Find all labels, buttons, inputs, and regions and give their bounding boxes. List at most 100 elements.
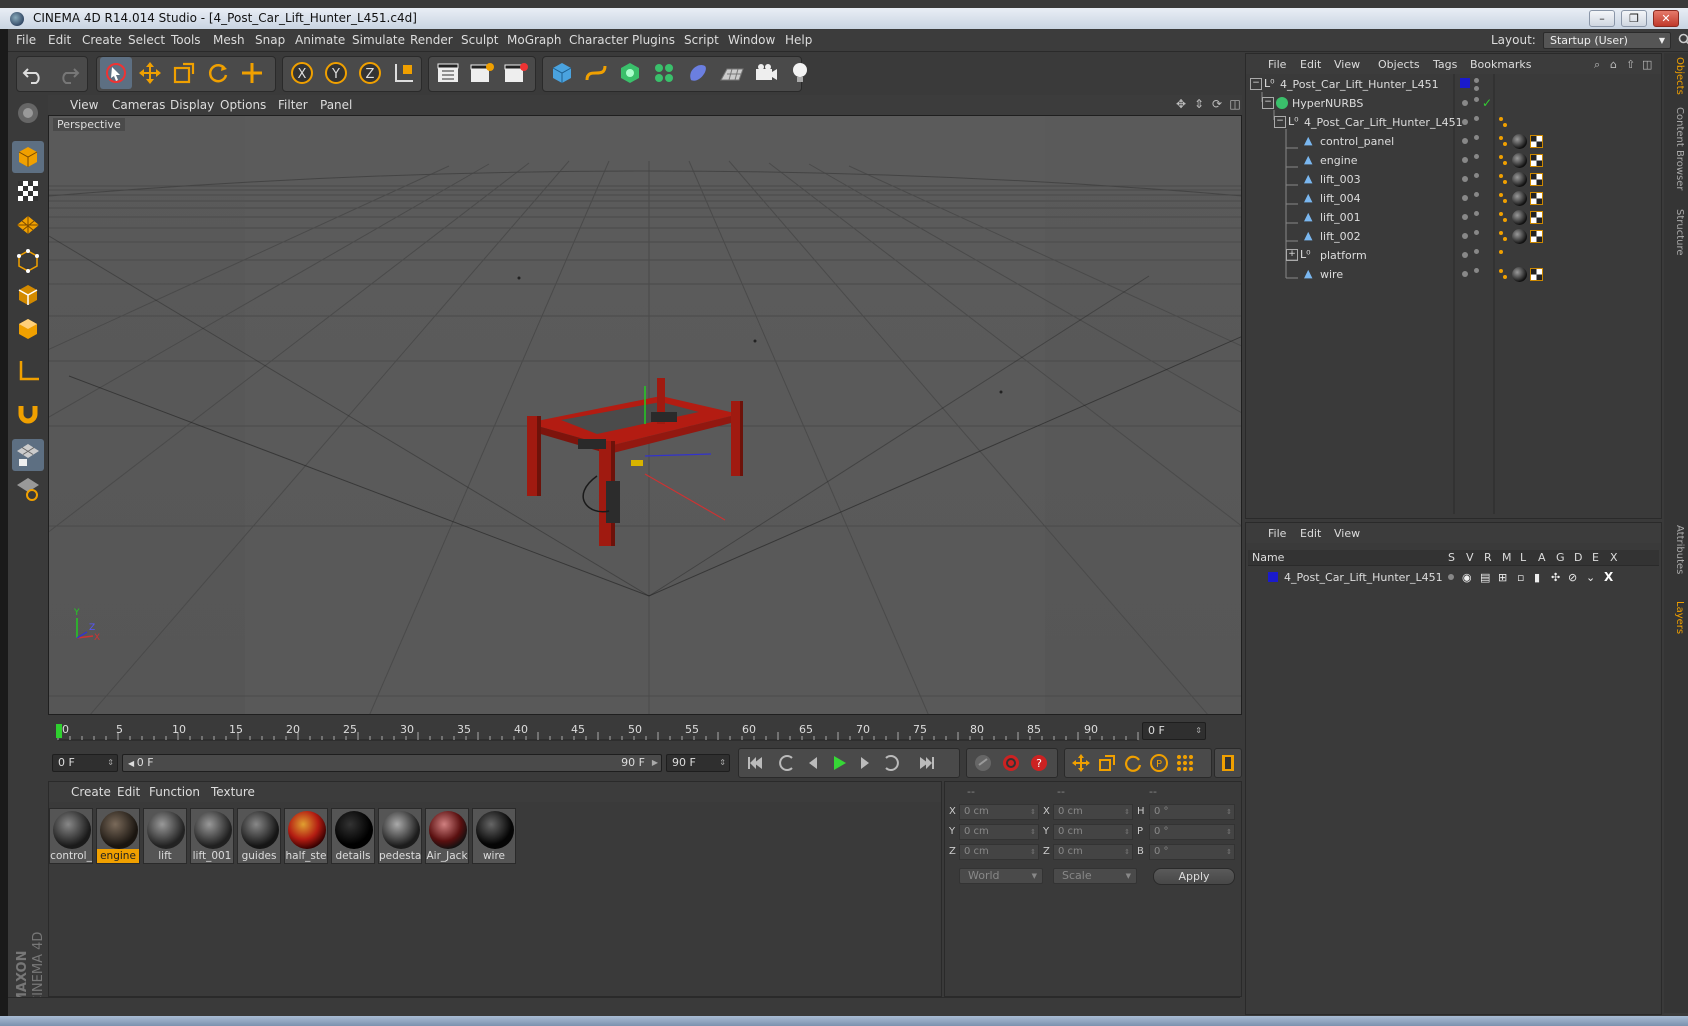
menu-render[interactable]: Render	[410, 33, 453, 47]
editor-visibility-dot[interactable]	[1462, 138, 1468, 144]
editor-visibility-dot[interactable]	[1474, 78, 1479, 83]
stepper-icon[interactable]: ⇕	[1124, 805, 1130, 819]
stepper-icon[interactable]: ⇕	[1124, 825, 1130, 839]
material-swatch[interactable]: details	[331, 808, 375, 864]
material-swatch[interactable]: lift	[143, 808, 187, 864]
render-visibility-dot[interactable]	[1474, 211, 1479, 216]
position-y-field[interactable]: 0 cm ⇕	[959, 824, 1039, 840]
tab-layers[interactable]: Layers	[1667, 601, 1685, 634]
object-row[interactable]: ▲ lift_004	[1246, 189, 1659, 208]
editor-visibility-dot[interactable]	[1462, 214, 1468, 220]
start-frame-field[interactable]: 0 F ⇕	[52, 754, 118, 772]
object-menu-file[interactable]: File	[1268, 58, 1286, 71]
menu-create[interactable]: Create	[82, 33, 122, 47]
render-visibility-dot[interactable]	[1474, 154, 1479, 159]
editor-visibility-dot[interactable]	[1462, 157, 1468, 163]
object-row[interactable]: + L⁰ platform	[1246, 246, 1659, 265]
collapse-icon[interactable]: −	[1250, 78, 1262, 90]
position-z-field[interactable]: 0 cm ⇕	[959, 844, 1039, 860]
search-icon[interactable]	[1678, 33, 1688, 47]
uvw-tag-icon[interactable]	[1530, 135, 1543, 148]
tab-content-browser[interactable]: Content Browser	[1667, 107, 1685, 190]
close-button[interactable]: ✕	[1653, 10, 1679, 27]
object-row[interactable]: − HyperNURBS ✓	[1246, 94, 1659, 113]
viewport-dolly-icon[interactable]: ⇕	[1192, 97, 1206, 111]
material-swatch[interactable]: guides	[237, 808, 281, 864]
layer-col-expressions[interactable]: E	[1592, 551, 1599, 564]
expression-icon[interactable]: ⌄	[1586, 568, 1595, 587]
viewport-rotate-icon[interactable]: ⟳	[1210, 97, 1224, 111]
editor-visibility-dot[interactable]	[1462, 195, 1468, 201]
size-z-field[interactable]: 0 cm ⇕	[1053, 844, 1133, 860]
layer-col-visible[interactable]: V	[1466, 551, 1474, 564]
range-right-arrow-icon[interactable]: ▶	[652, 755, 658, 771]
end-frame-field[interactable]: 90 F ⇕	[666, 754, 730, 772]
material-tag-icon[interactable]	[1512, 229, 1527, 244]
key-scale-icon[interactable]	[1094, 750, 1120, 776]
render-visibility-dot[interactable]	[1474, 249, 1479, 254]
enabled-check-icon[interactable]: ✓	[1482, 97, 1494, 109]
texture-mode-icon[interactable]	[12, 175, 44, 207]
tab-objects[interactable]: Objects	[1667, 57, 1685, 95]
menu-animate[interactable]: Animate	[295, 33, 345, 47]
layer-color-swatch[interactable]	[1268, 572, 1278, 582]
edges-mode-icon[interactable]	[12, 279, 44, 311]
editor-visibility-dot[interactable]	[1462, 176, 1468, 182]
menu-script[interactable]: Script	[684, 33, 719, 47]
menu-file[interactable]: File	[16, 33, 36, 47]
key-parameter-icon[interactable]: P	[1146, 750, 1172, 776]
object-menu-edit[interactable]: Edit	[1300, 58, 1321, 71]
stepper-icon[interactable]: ⇕	[1226, 805, 1232, 819]
render-visibility-dot[interactable]	[1474, 135, 1479, 140]
layer-col-generators[interactable]: G	[1556, 551, 1565, 564]
material-tag-icon[interactable]	[1512, 172, 1527, 187]
manager-icon[interactable]: ⊞	[1498, 568, 1507, 587]
range-left-arrow-icon[interactable]: ◀	[128, 759, 137, 768]
layer-col-name[interactable]: Name	[1252, 551, 1284, 564]
viewport-maximize-icon[interactable]: ◫	[1228, 97, 1242, 111]
layer-solo-toggle[interactable]	[1448, 574, 1454, 580]
material-swatch[interactable]: wire	[472, 808, 516, 864]
menu-mograph[interactable]: MoGraph	[507, 33, 562, 47]
object-menu-objects[interactable]: Objects	[1378, 58, 1420, 71]
stepper-icon[interactable]: ⇕	[107, 755, 114, 771]
uvw-tag-icon[interactable]	[1530, 192, 1543, 205]
go-to-start-icon[interactable]	[742, 750, 768, 776]
viewport-scene[interactable]: Y X Z	[49, 116, 1242, 715]
editor-visibility-dot[interactable]	[1462, 252, 1468, 258]
rotation-b-field[interactable]: 0 ° ⇕	[1149, 844, 1235, 860]
object-search-icon[interactable]: ⌕	[1594, 58, 1600, 72]
rotate-icon[interactable]	[202, 57, 234, 89]
layer-col-render[interactable]: R	[1484, 551, 1492, 564]
object-row[interactable]: ▲ wire	[1246, 265, 1659, 284]
object-row[interactable]: − L⁰ 4_Post_Car_Lift_Hunter_L451	[1246, 113, 1659, 132]
previous-keyframe-icon[interactable]	[774, 750, 800, 776]
object-row[interactable]: ▲ engine	[1246, 151, 1659, 170]
viewport-pan-icon[interactable]: ✥	[1174, 97, 1188, 111]
material-tag-icon[interactable]	[1512, 134, 1527, 149]
object-menu-view[interactable]: View	[1334, 58, 1360, 71]
editor-visibility-dot[interactable]	[1462, 119, 1468, 125]
undo-icon[interactable]	[18, 57, 50, 89]
x-axis-icon[interactable]: X	[286, 57, 318, 89]
timeline-window-icon[interactable]	[1215, 750, 1241, 776]
menu-window[interactable]: Window	[728, 33, 775, 47]
camera-icon[interactable]	[750, 57, 782, 89]
material-menu-edit[interactable]: Edit	[117, 785, 140, 799]
stepper-icon[interactable]: ⇕	[1226, 845, 1232, 859]
layer-menu-edit[interactable]: Edit	[1300, 527, 1321, 540]
generator-icon[interactable]: ✣	[1551, 568, 1560, 587]
floor-icon[interactable]	[716, 57, 748, 89]
layer-col-animation[interactable]: A	[1538, 551, 1546, 564]
next-keyframe-icon[interactable]	[878, 750, 904, 776]
scale-icon[interactable]	[168, 57, 200, 89]
add-object-icon[interactable]	[236, 57, 268, 89]
editor-visibility-dot[interactable]	[1462, 271, 1468, 277]
xref-icon[interactable]: X	[1604, 568, 1613, 587]
layer-row[interactable]: 4_Post_Car_Lift_Hunter_L451 ◉ ▤ ⊞ ▫ ▮ ✣ …	[1246, 568, 1659, 587]
layer-col-solo[interactable]: S	[1448, 551, 1455, 564]
material-swatch[interactable]: Air_Jack	[425, 808, 469, 864]
collapse-icon[interactable]: −	[1274, 116, 1286, 128]
material-swatch[interactable]: engine	[96, 808, 140, 864]
live-selection-icon[interactable]	[100, 57, 132, 89]
